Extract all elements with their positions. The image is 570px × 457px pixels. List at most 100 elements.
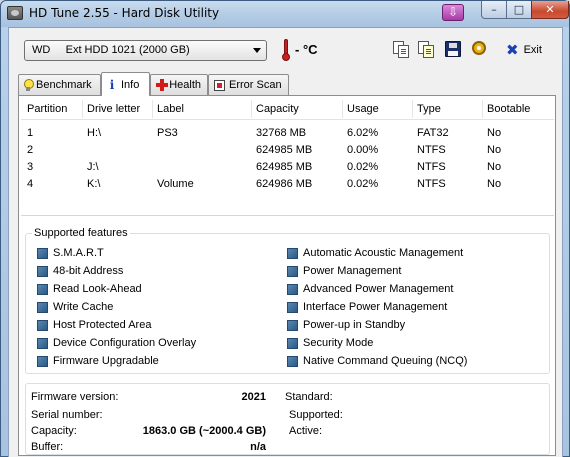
client-area: WD Ext HDD 1021 (2000 GB) - °C ✖ Exit Be… <box>8 27 563 457</box>
close-button[interactable]: ✕ <box>531 1 569 19</box>
table-header: Partition Drive letter Label Capacity Us… <box>21 98 554 120</box>
table-cell: NTFS <box>417 144 446 156</box>
table-row[interactable]: 4 K:\ Volume 624986 MB 0.02% NTFS No <box>21 176 554 193</box>
feature-item: Security Mode <box>287 336 373 350</box>
feature-label: Read Look-Ahead <box>53 283 142 295</box>
table-cell: 624986 MB <box>256 178 313 190</box>
exit-icon: ✖ <box>506 41 519 59</box>
feature-label: Write Cache <box>53 301 114 313</box>
minimize-button[interactable]: – <box>481 1 507 19</box>
feature-supported-icon <box>37 283 48 295</box>
feature-supported-icon <box>37 301 48 313</box>
feature-label: Security Mode <box>303 337 374 349</box>
table-cell: FAT32 <box>417 127 449 139</box>
table-cell: NTFS <box>417 161 446 173</box>
firmware-value: 2021 <box>241 391 266 403</box>
feature-label: Device Configuration Overlay <box>53 337 197 349</box>
table-cell: J:\ <box>87 161 99 173</box>
feature-label: Host Protected Area <box>53 319 152 331</box>
feature-label: Native Command Queuing (NCQ) <box>303 355 468 367</box>
table-cell: NTFS <box>417 178 446 190</box>
chevron-down-icon <box>253 48 261 53</box>
copy-screenshot-icon[interactable] <box>417 40 435 58</box>
tab-error-scan[interactable]: Error Scan <box>208 74 289 95</box>
supported-label: Supported: <box>289 409 343 421</box>
group-title: Supported features <box>32 227 130 239</box>
options-icon[interactable] <box>470 40 488 58</box>
table-cell: 0.00% <box>347 144 379 156</box>
table-cell: No <box>487 178 502 190</box>
feature-label: Firmware Upgradable <box>53 355 159 367</box>
lightbulb-icon <box>24 79 34 91</box>
capacity-value: 1863.0 GB (~2000.4 GB) <box>142 425 266 437</box>
exit-button[interactable]: ✖ Exit <box>506 40 542 60</box>
window-title: HD Tune 2.55 - Hard Disk Utility <box>29 6 220 20</box>
table-cell: K:\ <box>87 178 101 190</box>
feature-supported-icon <box>287 247 298 259</box>
feature-label: Power Management <box>303 265 402 277</box>
feature-item: Automatic Acoustic Management <box>287 246 463 260</box>
table-cell: 1 <box>27 127 34 139</box>
info-panel: Partition Drive letter Label Capacity Us… <box>18 95 556 456</box>
feature-supported-icon <box>287 319 298 331</box>
table-row[interactable]: 3 J:\ 624985 MB 0.02% NTFS No <box>21 159 554 176</box>
feature-label: S.M.A.R.T <box>53 247 104 259</box>
feature-supported-icon <box>37 337 48 349</box>
feature-supported-icon <box>37 355 48 367</box>
feature-item: Device Configuration Overlay <box>37 336 196 350</box>
tab-benchmark-label: Benchmark <box>36 79 92 91</box>
feature-label: Automatic Acoustic Management <box>303 247 464 259</box>
save-icon[interactable] <box>444 40 462 58</box>
table-cell: Volume <box>157 178 194 190</box>
thermometer-icon <box>282 39 290 61</box>
feature-supported-icon <box>287 337 298 349</box>
table-cell: 2 <box>27 144 34 156</box>
table-cell: No <box>487 127 502 139</box>
table-cell: 32768 MB <box>256 127 307 139</box>
table-cell: 0.02% <box>347 178 379 190</box>
table-row[interactable]: 1 H:\ PS3 32768 MB 6.02% FAT32 No <box>21 125 554 142</box>
error-scan-icon <box>214 79 225 91</box>
tab-info-label: Info <box>121 78 140 91</box>
partition-table[interactable]: Partition Drive letter Label Capacity Us… <box>21 98 554 220</box>
exit-label: Exit <box>523 44 542 56</box>
standard-label: Standard: <box>285 391 333 403</box>
feature-label: Advanced Power Management <box>303 283 454 295</box>
feature-label: Interface Power Management <box>303 301 448 313</box>
supported-features-group: Supported features S.M.A.R.T 48-bit Addr… <box>25 227 550 374</box>
hdd-app-icon <box>7 6 23 20</box>
column-header[interactable]: Label <box>157 103 184 115</box>
feature-supported-icon <box>37 265 48 277</box>
buffer-label: Buffer: <box>31 441 64 453</box>
firmware-label: Firmware version: <box>31 391 119 403</box>
drive-select[interactable]: WD Ext HDD 1021 (2000 GB) <box>24 40 267 61</box>
column-header[interactable]: Bootable <box>487 103 530 115</box>
feature-supported-icon <box>37 247 48 259</box>
table-cell: 624985 MB <box>256 161 313 173</box>
column-header[interactable]: Usage <box>347 103 379 115</box>
table-cell: No <box>487 144 502 156</box>
tab-health[interactable]: Health <box>150 74 208 95</box>
feature-supported-icon <box>287 265 298 277</box>
feature-item: S.M.A.R.T <box>37 246 104 260</box>
info-icon: i <box>109 77 115 92</box>
table-cell: H:\ <box>87 127 102 139</box>
column-header[interactable]: Partition <box>27 103 67 115</box>
title-bar[interactable]: HD Tune 2.55 - Hard Disk Utility ⇩ – □ ✕ <box>1 1 569 27</box>
column-header[interactable]: Capacity <box>256 103 299 115</box>
divider <box>21 215 554 216</box>
column-header[interactable]: Type <box>417 103 441 115</box>
copy-text-icon[interactable] <box>392 40 410 58</box>
main-window: HD Tune 2.55 - Hard Disk Utility ⇩ – □ ✕… <box>0 0 570 457</box>
feature-supported-icon <box>287 301 298 313</box>
tab-info[interactable]: i Info <box>101 72 150 96</box>
tab-benchmark[interactable]: Benchmark <box>18 74 101 95</box>
tab-health-label: Health <box>169 79 201 91</box>
red-cross-icon <box>156 79 169 91</box>
column-header[interactable]: Drive letter <box>87 103 140 115</box>
feature-supported-icon <box>287 283 298 295</box>
table-cell: 0.02% <box>347 161 379 173</box>
download-icon[interactable]: ⇩ <box>442 4 464 21</box>
maximize-button[interactable]: □ <box>506 1 532 19</box>
table-row[interactable]: 2 624985 MB 0.00% NTFS No <box>21 142 554 159</box>
